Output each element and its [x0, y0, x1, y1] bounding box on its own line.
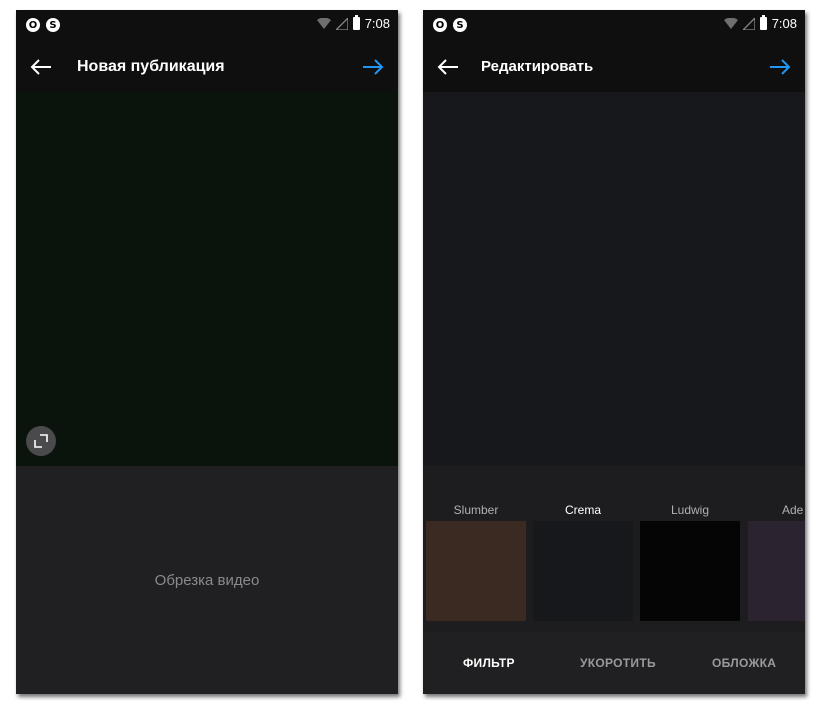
filter-name: Crema [564, 503, 601, 517]
filter-thumbnail [748, 521, 805, 621]
opera-icon: O [433, 18, 447, 32]
signal-icon [335, 17, 348, 30]
opera-icon: O [26, 18, 40, 32]
status-bar: O S 7:08 [16, 10, 398, 42]
battery-icon [759, 15, 767, 30]
filter-thumbnail [533, 521, 633, 621]
app-bar: Редактировать [423, 42, 805, 92]
arrow-right-icon [770, 59, 791, 75]
tab-trim[interactable]: УКОРОТИТЬ [580, 656, 656, 670]
back-button[interactable] [26, 53, 56, 81]
status-time: 7:08 [771, 16, 797, 31]
video-preview [16, 92, 398, 466]
expand-button[interactable] [26, 426, 56, 456]
arrow-right-icon [363, 59, 384, 75]
back-button[interactable] [433, 53, 463, 81]
status-bar: O S 7:08 [423, 10, 805, 42]
tab-filter[interactable]: ФИЛЬТР [463, 656, 515, 670]
battery-icon [352, 15, 360, 30]
filter-ade[interactable]: Ade [748, 466, 805, 632]
filter-thumbnail [640, 521, 740, 621]
trim-label: Обрезка видео [154, 572, 260, 589]
video-preview [423, 92, 805, 466]
filter-name: Ade [782, 503, 804, 517]
tab-cover[interactable]: ОБЛОЖКА [712, 656, 776, 670]
filter-crema[interactable]: Crema [533, 466, 633, 632]
filter-name: Ludwig [670, 503, 710, 517]
status-time: 7:08 [364, 16, 390, 31]
edit-screen: O S 7:08 Редактировать Slumber Crema Lud… [423, 10, 805, 694]
filter-name: Slumber [453, 503, 499, 517]
page-title: Редактировать [481, 58, 594, 75]
arrow-left-icon [30, 59, 51, 75]
wifi-icon [723, 17, 738, 29]
shazam-icon: S [453, 18, 467, 32]
video-trim-area[interactable]: Обрезка видео [16, 466, 398, 694]
next-button[interactable] [765, 53, 795, 81]
expand-icon [34, 434, 48, 448]
filter-strip[interactable]: Slumber Crema Ludwig Ade [423, 466, 805, 632]
page-title: Новая публикация [77, 58, 225, 75]
wifi-icon [316, 17, 331, 29]
app-bar: Новая публикация [16, 42, 398, 92]
filter-ludwig[interactable]: Ludwig [640, 466, 740, 632]
signal-icon [742, 17, 755, 30]
next-button[interactable] [358, 53, 388, 81]
filter-thumbnail [426, 521, 526, 621]
new-post-screen: O S 7:08 Новая публикация Обрезка видео [16, 10, 398, 694]
edit-tabs: ФИЛЬТР УКОРОТИТЬ ОБЛОЖКА [423, 632, 805, 694]
shazam-icon: S [46, 18, 60, 32]
filter-slumber[interactable]: Slumber [426, 466, 526, 632]
arrow-left-icon [437, 59, 458, 75]
